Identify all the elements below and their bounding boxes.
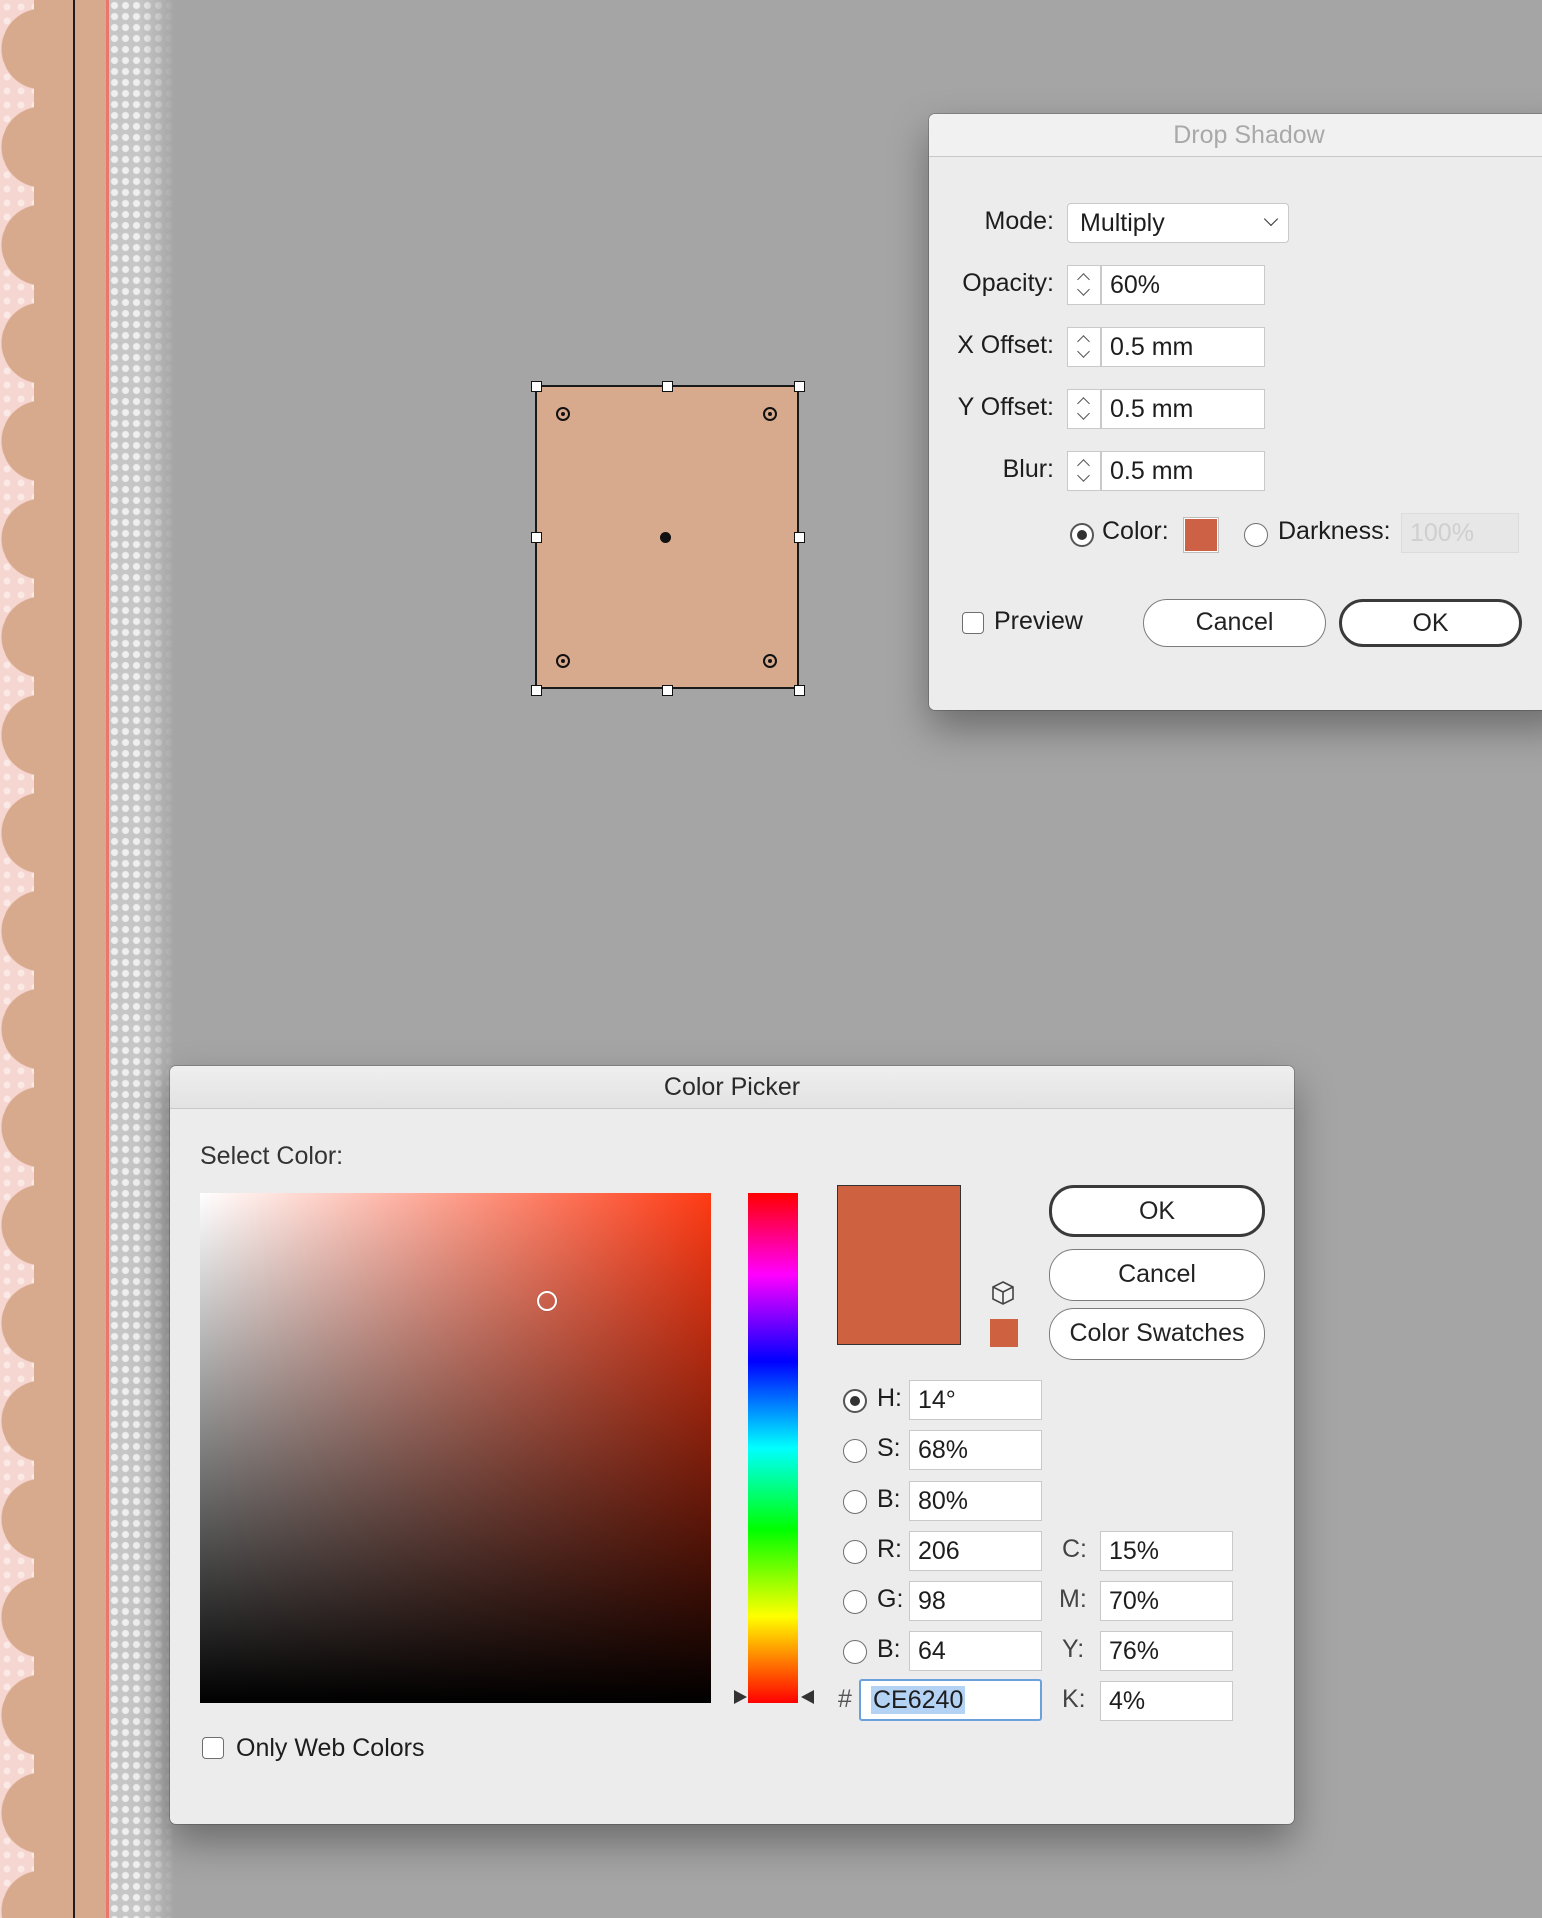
y-offset-label: Y Offset: — [957, 393, 1054, 421]
y-label: Y: — [1062, 1635, 1085, 1663]
x-offset-stepper[interactable] — [1067, 327, 1101, 367]
ok-button[interactable]: OK — [1049, 1185, 1265, 1237]
hex-field-selection: CE6240 — [871, 1686, 966, 1714]
shadow-color-swatch[interactable] — [1183, 517, 1219, 553]
mode-label: Mode: — [984, 207, 1054, 235]
x-offset-label: X Offset: — [957, 331, 1054, 359]
resize-handle-middle-left[interactable] — [531, 532, 542, 543]
saturation-radio[interactable] — [843, 1439, 867, 1463]
g-label: G: — [877, 1585, 904, 1613]
resize-handle-bottom-right[interactable] — [794, 685, 805, 696]
blur-stepper[interactable] — [1067, 451, 1101, 491]
green-radio[interactable] — [843, 1590, 867, 1614]
ok-button[interactable]: OK — [1339, 599, 1522, 647]
yellow-field[interactable]: 76% — [1100, 1631, 1233, 1671]
darkness-radio[interactable] — [1244, 523, 1268, 547]
resize-handle-top-left[interactable] — [531, 381, 542, 392]
cyan-field[interactable]: 15% — [1100, 1531, 1233, 1571]
h-label: H: — [877, 1384, 902, 1412]
resize-handle-top-center[interactable] — [662, 381, 673, 392]
color-swatches-button[interactable]: Color Swatches — [1049, 1308, 1265, 1360]
c-label: C: — [1062, 1535, 1087, 1563]
b2-label: B: — [877, 1635, 901, 1663]
black-field[interactable]: 4% — [1100, 1681, 1233, 1721]
brightness-field[interactable]: 80% — [909, 1481, 1042, 1521]
resize-handle-top-right[interactable] — [794, 381, 805, 392]
hue-radio[interactable] — [843, 1389, 867, 1413]
drop-shadow-dialog: Drop Shadow Mode: Multiply Opacity: 60% … — [929, 114, 1542, 710]
k-label: K: — [1062, 1685, 1086, 1713]
dotted-strip-fade — [140, 0, 174, 1918]
frame-center-point — [660, 532, 671, 543]
darkness-field: 100% — [1401, 513, 1519, 553]
new-color-preview — [837, 1185, 961, 1345]
closest-gamut-color-swatch[interactable] — [990, 1319, 1018, 1347]
y-offset-field[interactable]: 0.5 mm — [1101, 389, 1265, 429]
saturation-field[interactable]: 68% — [909, 1430, 1042, 1470]
brightness-radio[interactable] — [843, 1490, 867, 1514]
mode-select[interactable]: Multiply — [1067, 203, 1289, 243]
blue-field[interactable]: 64 — [909, 1631, 1042, 1671]
color-picker-dialog: Color Picker Select Color: OK Cancel Col… — [170, 1066, 1294, 1824]
s-label: S: — [877, 1434, 901, 1462]
live-corner-widget-top-right[interactable] — [763, 407, 777, 421]
dialog-title: Color Picker — [170, 1066, 1294, 1109]
opacity-field[interactable]: 60% — [1101, 265, 1265, 305]
tan-page-strip — [75, 0, 106, 1918]
m-label: M: — [1059, 1585, 1087, 1613]
live-corner-widget-bottom-left[interactable] — [556, 654, 570, 668]
x-offset-field[interactable]: 0.5 mm — [1101, 327, 1265, 367]
b-label: B: — [877, 1485, 901, 1513]
saturation-brightness-field[interactable] — [200, 1193, 711, 1703]
y-offset-stepper[interactable] — [1067, 389, 1101, 429]
select-color-label: Select Color: — [200, 1142, 344, 1170]
cancel-button[interactable]: Cancel — [1143, 599, 1326, 647]
hex-field[interactable]: CE6240 — [859, 1679, 1042, 1721]
scallop-border — [0, 0, 75, 1918]
resize-handle-bottom-center[interactable] — [662, 685, 673, 696]
mode-select-value: Multiply — [1080, 209, 1165, 237]
blue-radio[interactable] — [843, 1640, 867, 1664]
blur-field[interactable]: 0.5 mm — [1101, 451, 1265, 491]
dialog-title: Drop Shadow — [929, 114, 1542, 157]
resize-handle-bottom-left[interactable] — [531, 685, 542, 696]
r-label: R: — [877, 1535, 902, 1563]
preview-label: Preview — [994, 607, 1083, 635]
hue-slider-left-arrow[interactable] — [734, 1690, 747, 1704]
hex-label: # — [838, 1685, 852, 1713]
out-of-gamut-cube-icon[interactable] — [991, 1280, 1015, 1306]
red-field[interactable]: 206 — [909, 1531, 1042, 1571]
blur-label: Blur: — [1002, 455, 1054, 483]
live-corner-widget-bottom-right[interactable] — [763, 654, 777, 668]
only-web-colors-label: Only Web Colors — [236, 1734, 425, 1762]
cancel-button[interactable]: Cancel — [1049, 1249, 1265, 1301]
red-radio[interactable] — [843, 1540, 867, 1564]
hue-field[interactable]: 14° — [909, 1380, 1042, 1420]
darkness-label: Darkness: — [1278, 517, 1391, 545]
resize-handle-middle-right[interactable] — [794, 532, 805, 543]
hue-slider-right-arrow[interactable] — [801, 1690, 814, 1704]
color-label: Color: — [1102, 517, 1169, 545]
preview-checkbox[interactable] — [962, 612, 984, 634]
magenta-field[interactable]: 70% — [1100, 1581, 1233, 1621]
hue-slider[interactable] — [748, 1193, 798, 1703]
opacity-label: Opacity: — [962, 269, 1054, 297]
only-web-colors-checkbox[interactable] — [202, 1737, 224, 1759]
color-field-cursor[interactable] — [537, 1291, 557, 1311]
color-radio[interactable] — [1070, 523, 1094, 547]
green-field[interactable]: 98 — [909, 1581, 1042, 1621]
page-edge-decoration — [0, 0, 174, 1918]
opacity-stepper[interactable] — [1067, 265, 1101, 305]
live-corner-widget-top-left[interactable] — [556, 407, 570, 421]
chevron-down-icon — [1263, 211, 1279, 227]
